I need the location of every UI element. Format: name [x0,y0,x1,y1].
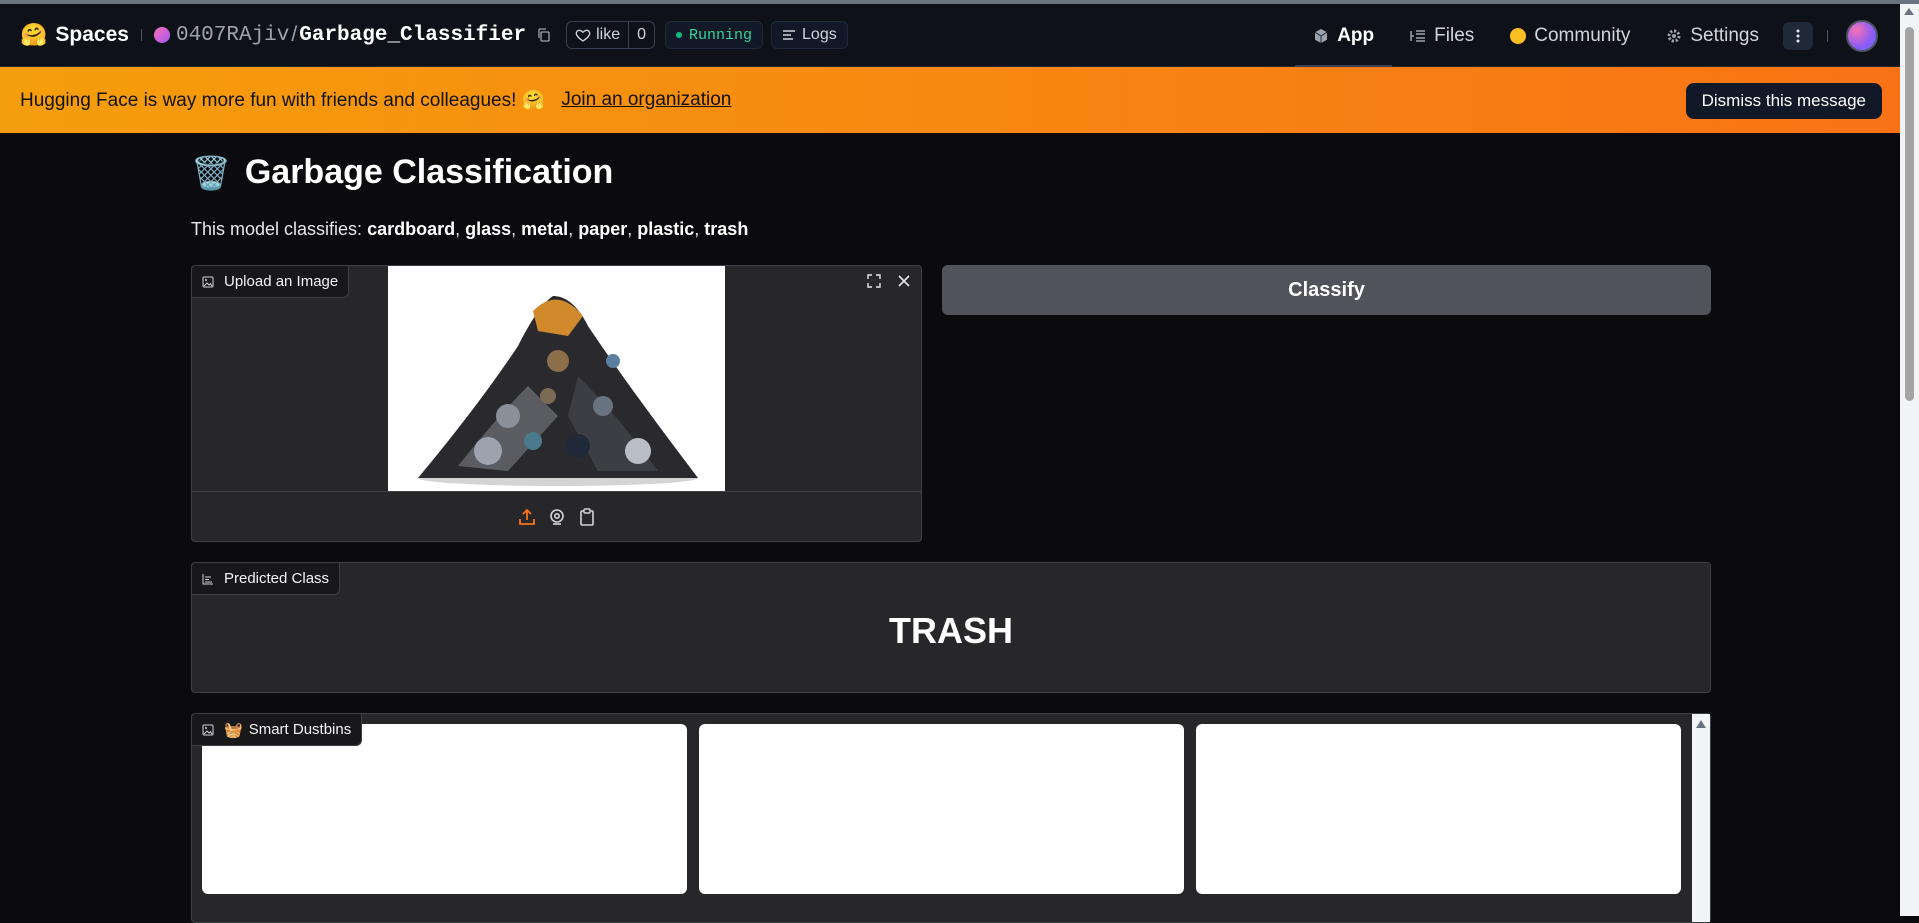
user-avatar[interactable] [1846,19,1878,52]
tab-app-label: App [1337,24,1375,46]
more-options-button[interactable] [1783,21,1813,50]
fullscreen-icon[interactable] [861,269,887,293]
like-count[interactable]: 0 [629,26,654,44]
logs-button[interactable]: Logs [771,21,848,49]
predicted-class-label-text: Predicted Class [224,570,330,587]
join-organization-link[interactable]: Join an organization [561,89,731,111]
gallery-item[interactable] [1196,724,1681,894]
status-dot-icon [676,32,682,38]
divider [140,29,142,41]
top-navigation-bar: 🤗 Spaces 0407RAjiv / Garbage_Classifier … [0,4,1900,67]
copy-icon[interactable] [536,27,552,43]
smart-dustbins-label: 🧺 Smart Dustbins [192,714,363,746]
webcam-icon[interactable] [547,507,567,527]
class-plastic: plastic [637,219,695,239]
running-status-badge[interactable]: Running [665,21,764,49]
tab-community-label: Community [1534,24,1631,46]
class-cardboard: cardboard [367,219,456,239]
gallery-item[interactable] [202,724,687,894]
like-button[interactable]: like 0 [566,21,655,49]
upload-image-label-text: Upload an Image [224,273,339,290]
heart-icon [575,29,591,42]
tab-app[interactable]: App [1295,4,1393,67]
logs-label: Logs [802,26,837,43]
files-icon [1410,29,1426,42]
tab-files[interactable]: Files [1392,4,1492,67]
divider [1827,29,1828,42]
repo-path-separator: / [291,23,298,46]
gallery-item[interactable] [699,724,1184,894]
banner-message: Hugging Face is way more fun with friend… [20,90,546,111]
scroll-up-arrow-icon[interactable] [1904,8,1914,15]
tab-files-label: Files [1434,24,1475,46]
class-trash: trash [704,219,749,239]
gear-icon [1667,29,1681,42]
repo-name-link[interactable]: Garbage_Classifier [299,24,526,47]
repo-owner-link[interactable]: 0407RAjiv [176,24,289,47]
page-title: 🗑️ Garbage Classification [191,153,613,192]
bar-chart-icon [202,573,213,584]
gallery-scrollbar[interactable] [1692,714,1710,922]
hugging-face-logo-icon: 🤗 [20,22,48,47]
class-metal: metal [521,219,569,239]
image-icon [202,276,214,287]
basket-icon: 🧺 [224,721,243,739]
image-upload-panel: Upload an Image [191,265,922,542]
scroll-up-arrow-icon[interactable] [1696,720,1706,728]
class-glass: glass [465,219,512,239]
dismiss-message-button[interactable]: Dismiss this message [1685,83,1882,119]
like-label: like [596,26,621,43]
owner-avatar [153,27,170,43]
uploaded-image[interactable] [388,266,725,491]
wastebasket-icon: 🗑️ [191,154,231,191]
class-paper: paper [578,219,628,239]
predicted-class-label: Predicted Class [192,563,341,595]
logs-icon [783,30,796,40]
clipboard-icon[interactable] [577,507,597,527]
predicted-class-value: TRASH [889,610,1013,651]
tab-settings-label: Settings [1690,24,1759,46]
tab-community[interactable]: Community [1492,4,1648,67]
like-toggle[interactable]: like [567,22,630,48]
predicted-class-panel: TRASH Predicted Class [191,562,1711,693]
space-tabs: App Files Community Settings [1295,4,1900,67]
status-text: Running [689,26,753,44]
organization-banner: Hugging Face is way more fun with friend… [0,67,1900,133]
image-source-toolbar [192,491,921,541]
cube-icon [1314,28,1328,43]
upload-image-label: Upload an Image [192,266,350,298]
description-prefix: This model classifies: [191,219,368,239]
vertical-dots-icon [1796,29,1800,42]
image-icon [202,724,214,735]
page-title-text: Garbage Classification [244,153,614,191]
page-scrollbar-thumb[interactable] [1905,27,1914,401]
hug-hands-icon [1510,27,1527,44]
model-description: This model classifies: cardboard, glass,… [191,219,749,239]
spaces-brand-label: Spaces [55,23,129,46]
tab-settings[interactable]: Settings [1648,4,1777,67]
classify-button[interactable]: Classify [942,265,1711,315]
upload-icon[interactable] [517,507,537,527]
close-icon[interactable] [891,269,917,293]
image-controls [861,269,917,293]
smart-dustbins-gallery: 🧺 Smart Dustbins [191,713,1711,923]
smart-dustbins-label-text: Smart Dustbins [248,721,352,738]
spaces-brand[interactable]: 🤗 Spaces [20,22,129,48]
